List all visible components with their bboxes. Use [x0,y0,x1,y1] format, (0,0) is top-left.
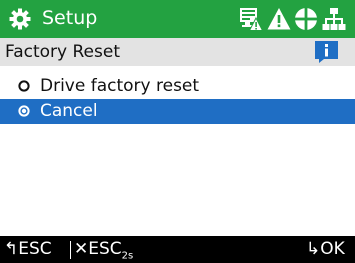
warning-triangle-icon [267,8,291,30]
back-label: ESC [18,239,52,259]
globe-icon [295,8,317,30]
info-icon[interactable] [315,41,338,63]
radio-selected-icon [18,105,30,117]
option-label: Drive factory reset [40,76,200,96]
title-bar: Setup [0,0,355,38]
monitor-warning-icon [240,8,263,31]
radio-unselected-icon [18,80,30,92]
option-drive-factory-reset[interactable]: Drive factory reset [0,74,355,99]
back-softkey[interactable]: ↰ESC [4,236,52,263]
device-screen: Setup Factory Reset Drive factory reset … [0,0,355,263]
page-title: Setup [42,7,98,29]
option-cancel[interactable]: Cancel [0,99,355,124]
option-list: Drive factory reset Cancel [0,74,355,124]
gear-icon [9,8,31,30]
exit-hold-duration: 2s [121,250,134,262]
section-title: Factory Reset [5,42,120,62]
ok-label: OK [320,239,345,259]
exit-softkey[interactable]: ✕ESC2s [74,236,133,263]
network-icon [322,8,346,30]
softkey-bar: ↰ESC ✕ESC2s ↳OK [0,236,355,263]
back-arrow-icon: ↰ [4,239,19,259]
ok-softkey[interactable]: ↳OK [306,236,345,263]
option-label: Cancel [40,101,98,121]
exit-label: ESC [88,239,122,259]
subheader-bar: Factory Reset [0,38,355,66]
divider [70,241,71,259]
close-icon: ✕ [74,239,89,259]
enter-arrow-icon: ↳ [306,239,321,259]
